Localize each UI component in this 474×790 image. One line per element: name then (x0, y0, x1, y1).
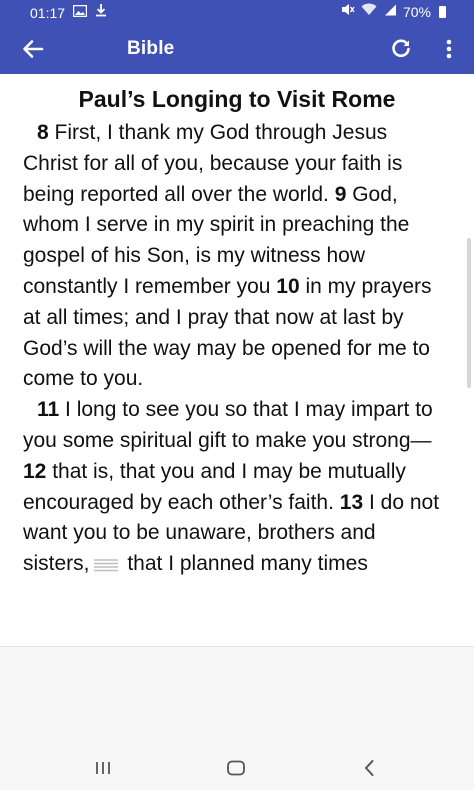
footnote-icon[interactable] (93, 558, 119, 572)
verse-number[interactable]: 10 (276, 275, 299, 298)
battery-icon (439, 6, 446, 18)
app-title: Bible (127, 38, 175, 59)
verse-text: I long to see you so that I may impart t… (23, 398, 433, 452)
status-time: 01:17 (30, 4, 66, 21)
battery-percent: 70% (402, 4, 431, 20)
system-back-button[interactable] (349, 752, 389, 784)
mute-icon (341, 3, 355, 21)
scrollbar-thumb[interactable] (467, 238, 471, 388)
refresh-button[interactable] (386, 34, 416, 64)
gallery-icon (72, 4, 88, 22)
verse-number[interactable]: 11 (37, 398, 59, 421)
verse-number[interactable]: 13 (340, 491, 363, 514)
section-heading: Paul’s Longing to Visit Rome (78, 86, 396, 112)
app-bar: Bible (0, 24, 474, 74)
bottom-panel (0, 646, 474, 746)
back-arrow-icon (23, 40, 44, 58)
recent-apps-icon (96, 762, 110, 774)
reading-pane[interactable]: Paul’s Longing to Visit Rome 8 First, I … (0, 74, 474, 646)
back-button[interactable] (18, 34, 48, 64)
more-options-button[interactable] (434, 34, 464, 64)
more-vertical-icon (446, 39, 452, 59)
signal-icon (383, 3, 397, 21)
status-left: 01:17 (30, 3, 107, 22)
passage-text: 8 First, I thank my God through Jesus Ch… (23, 118, 443, 580)
home-icon (227, 760, 245, 776)
system-nav-bar (0, 746, 474, 790)
refresh-icon (392, 39, 410, 58)
home-button[interactable] (216, 752, 256, 784)
recent-apps-button[interactable] (83, 752, 123, 784)
paragraph: 8 First, I thank my God through Jesus Ch… (23, 118, 443, 395)
verse-number[interactable]: 8 (37, 121, 49, 144)
paragraph: 11 I long to see you so that I may impar… (23, 395, 443, 580)
verse-number[interactable]: 9 (335, 183, 347, 206)
status-right: 70% (341, 3, 446, 21)
back-chevron-icon (365, 760, 374, 776)
download-icon (95, 3, 107, 22)
wifi-icon (361, 3, 377, 21)
verse-number[interactable]: 12 (23, 460, 46, 483)
verse-text: that I planned many times (121, 552, 368, 576)
status-bar: 01:17 70% (0, 0, 474, 24)
